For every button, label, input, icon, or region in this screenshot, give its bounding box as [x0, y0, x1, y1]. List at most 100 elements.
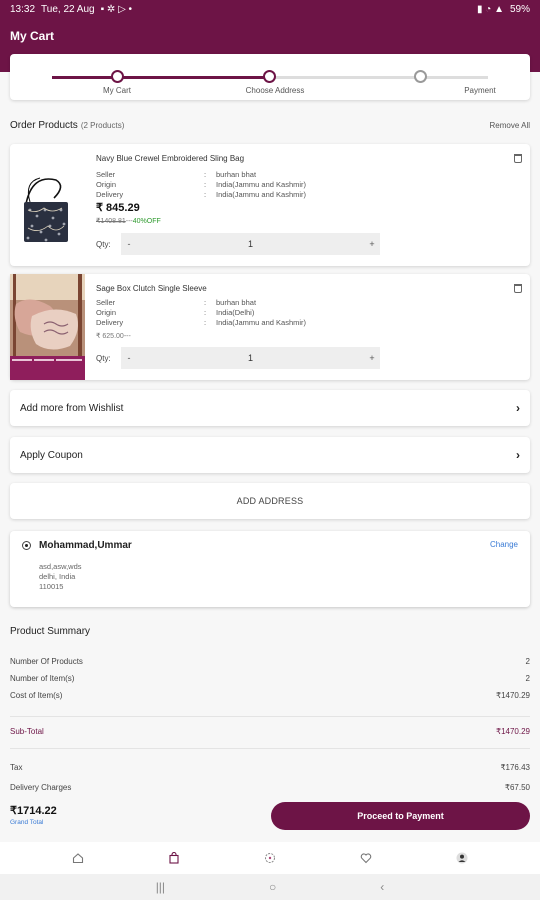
subtotal-row: Sub-Total ₹1470.29 [10, 727, 530, 736]
add-address-label: ADD ADDRESS [236, 496, 304, 506]
summary-value: 2 [525, 657, 530, 666]
spec-key: Origin [96, 308, 117, 317]
chevron-right-icon: › [516, 401, 520, 415]
increase-quantity-button[interactable]: + [364, 353, 380, 363]
spec-key: Seller [96, 170, 116, 179]
original-price: ₹ 625.00 [96, 333, 124, 340]
system-navigation-bar: ||| ○ ‹ [0, 874, 540, 900]
address-line: asd,asw,wds [39, 562, 82, 571]
quantity-stepper: - 1 + [121, 233, 380, 255]
battery-level: 59% [509, 3, 530, 15]
original-price: ₹1408.81 [96, 218, 126, 225]
order-products-title: Order Products [10, 120, 78, 131]
bottom-navigation [0, 842, 540, 874]
stepper-progress-done [52, 76, 270, 79]
grand-total-amount: ₹1714.22 [10, 805, 57, 817]
recent-apps-icon[interactable]: ||| [156, 880, 165, 894]
spec-value: India(Jammu and Kashmir) [216, 318, 307, 327]
apply-coupon-button[interactable]: Apply Coupon › [10, 437, 530, 473]
stepper-progress-remaining [270, 76, 488, 79]
delivery-row: Delivery Charges ₹67.50 [10, 783, 530, 792]
quantity-value: 1 [247, 353, 253, 363]
divider [10, 716, 530, 717]
spec-value: India(Delhi) [216, 308, 255, 317]
address-line: delhi, India [39, 572, 76, 581]
quantity-stepper: - 1 + [121, 347, 380, 369]
summary-value: ₹1470.29 [495, 691, 530, 700]
address-lines: asd,asw,wds delhi, India 110015 [39, 562, 82, 592]
spec-value: India(Jammu and Kashmir) [216, 180, 307, 189]
status-bar: 13:32 Tue, 22 Aug ▪ ✲ ▷ • ▮ ◔ ▲ 59% [0, 0, 540, 18]
summary-key: Number of Item(s) [10, 674, 75, 683]
grand-total-label: Grand Total [10, 819, 44, 826]
delete-icon[interactable] [514, 284, 522, 293]
quantity-value: 1 [247, 239, 253, 249]
price-separator: --- [123, 333, 131, 340]
status-time: 13:32 [10, 3, 36, 15]
home-circle-icon[interactable]: ○ [269, 880, 276, 894]
profile-icon[interactable] [454, 850, 470, 866]
product-price: ₹ 845.29 [96, 202, 140, 214]
address-radio[interactable] [22, 541, 31, 550]
address-line: 110015 [39, 582, 64, 591]
product-specs: Seller: burhan bhat Origin: India(Delhi) D… [96, 298, 307, 327]
change-address-link[interactable]: Change [490, 540, 518, 549]
product-specs: Seller: burhan bhat Origin: India(Jammu an… [96, 170, 307, 199]
step-dot-cart [111, 70, 124, 83]
heart-icon[interactable] [358, 850, 374, 866]
proceed-to-payment-button[interactable]: Proceed to Payment [271, 802, 530, 830]
delivery-key: Delivery Charges [10, 783, 72, 792]
price-details: ₹1408.81---40%OFF [96, 217, 161, 225]
spec-key: Delivery [96, 318, 124, 327]
spec-key: Seller [96, 298, 116, 307]
spec-key: Delivery [96, 190, 124, 199]
wishlist-label: Add more from Wishlist [20, 402, 124, 414]
signal-icons: ▮ ◔ ▲ [476, 3, 504, 15]
summary-row: Cost of Item(s) ₹1470.29 [10, 691, 530, 700]
step-label-payment: Payment [464, 86, 496, 95]
spec-value: burhan bhat [216, 170, 257, 179]
app-bar: My Cart [0, 18, 540, 54]
step-label-address: Choose Address [245, 86, 305, 95]
product-summary: Product Summary Number Of Products 2 Numb… [10, 626, 530, 792]
summary-key: Cost of Item(s) [10, 691, 63, 700]
subtotal-key: Sub-Total [10, 727, 44, 736]
tax-value: ₹176.43 [500, 763, 530, 772]
decrease-quantity-button[interactable]: - [121, 353, 137, 363]
step-label-cart: My Cart [103, 86, 131, 95]
spec-value: burhan bhat [216, 298, 257, 307]
spec-key: Origin [96, 180, 117, 189]
increase-quantity-button[interactable]: + [364, 239, 380, 249]
tax-row: Tax ₹176.43 [10, 763, 530, 772]
bag-icon[interactable] [166, 850, 182, 866]
summary-row: Number Of Products 2 [10, 657, 530, 666]
product-image[interactable] [10, 152, 85, 257]
product-image[interactable] [10, 274, 85, 380]
categories-icon[interactable] [262, 850, 278, 866]
quantity-label: Qty: [96, 354, 111, 363]
address-card[interactable]: Mohammad,Ummar Change asd,asw,wds delhi,… [10, 531, 530, 607]
tax-key: Tax [10, 763, 23, 772]
summary-row: Number of Item(s) 2 [10, 674, 530, 683]
add-from-wishlist-button[interactable]: Add more from Wishlist › [10, 390, 530, 426]
spec-value: India(Jammu and Kashmir) [216, 190, 307, 199]
quantity-label: Qty: [96, 240, 111, 249]
chevron-right-icon: › [516, 448, 520, 462]
back-icon[interactable]: ‹ [380, 880, 384, 894]
price-separator: --- [125, 218, 133, 225]
address-name: Mohammad,Ummar [39, 540, 132, 551]
cart-item: Sage Box Clutch Single Sleeve Seller: bur… [10, 274, 530, 380]
delete-icon[interactable] [514, 154, 522, 163]
step-dot-address [263, 70, 276, 83]
cart-item: Navy Blue Crewel Embroidered Sling Bag S… [10, 144, 530, 266]
add-address-button[interactable]: ADD ADDRESS [10, 483, 530, 519]
home-icon[interactable] [70, 850, 86, 866]
summary-title: Product Summary [10, 626, 91, 637]
remove-all-button[interactable]: Remove All [490, 121, 530, 130]
product-name[interactable]: Sage Box Clutch Single Sleeve [96, 284, 207, 293]
checkout-bar: ₹1714.22 Grand Total Proceed to Payment [10, 800, 530, 834]
decrease-quantity-button[interactable]: - [121, 239, 137, 249]
product-name[interactable]: Navy Blue Crewel Embroidered Sling Bag [96, 154, 244, 163]
discount-label: 40%OFF [132, 218, 161, 225]
summary-key: Number Of Products [10, 657, 83, 666]
